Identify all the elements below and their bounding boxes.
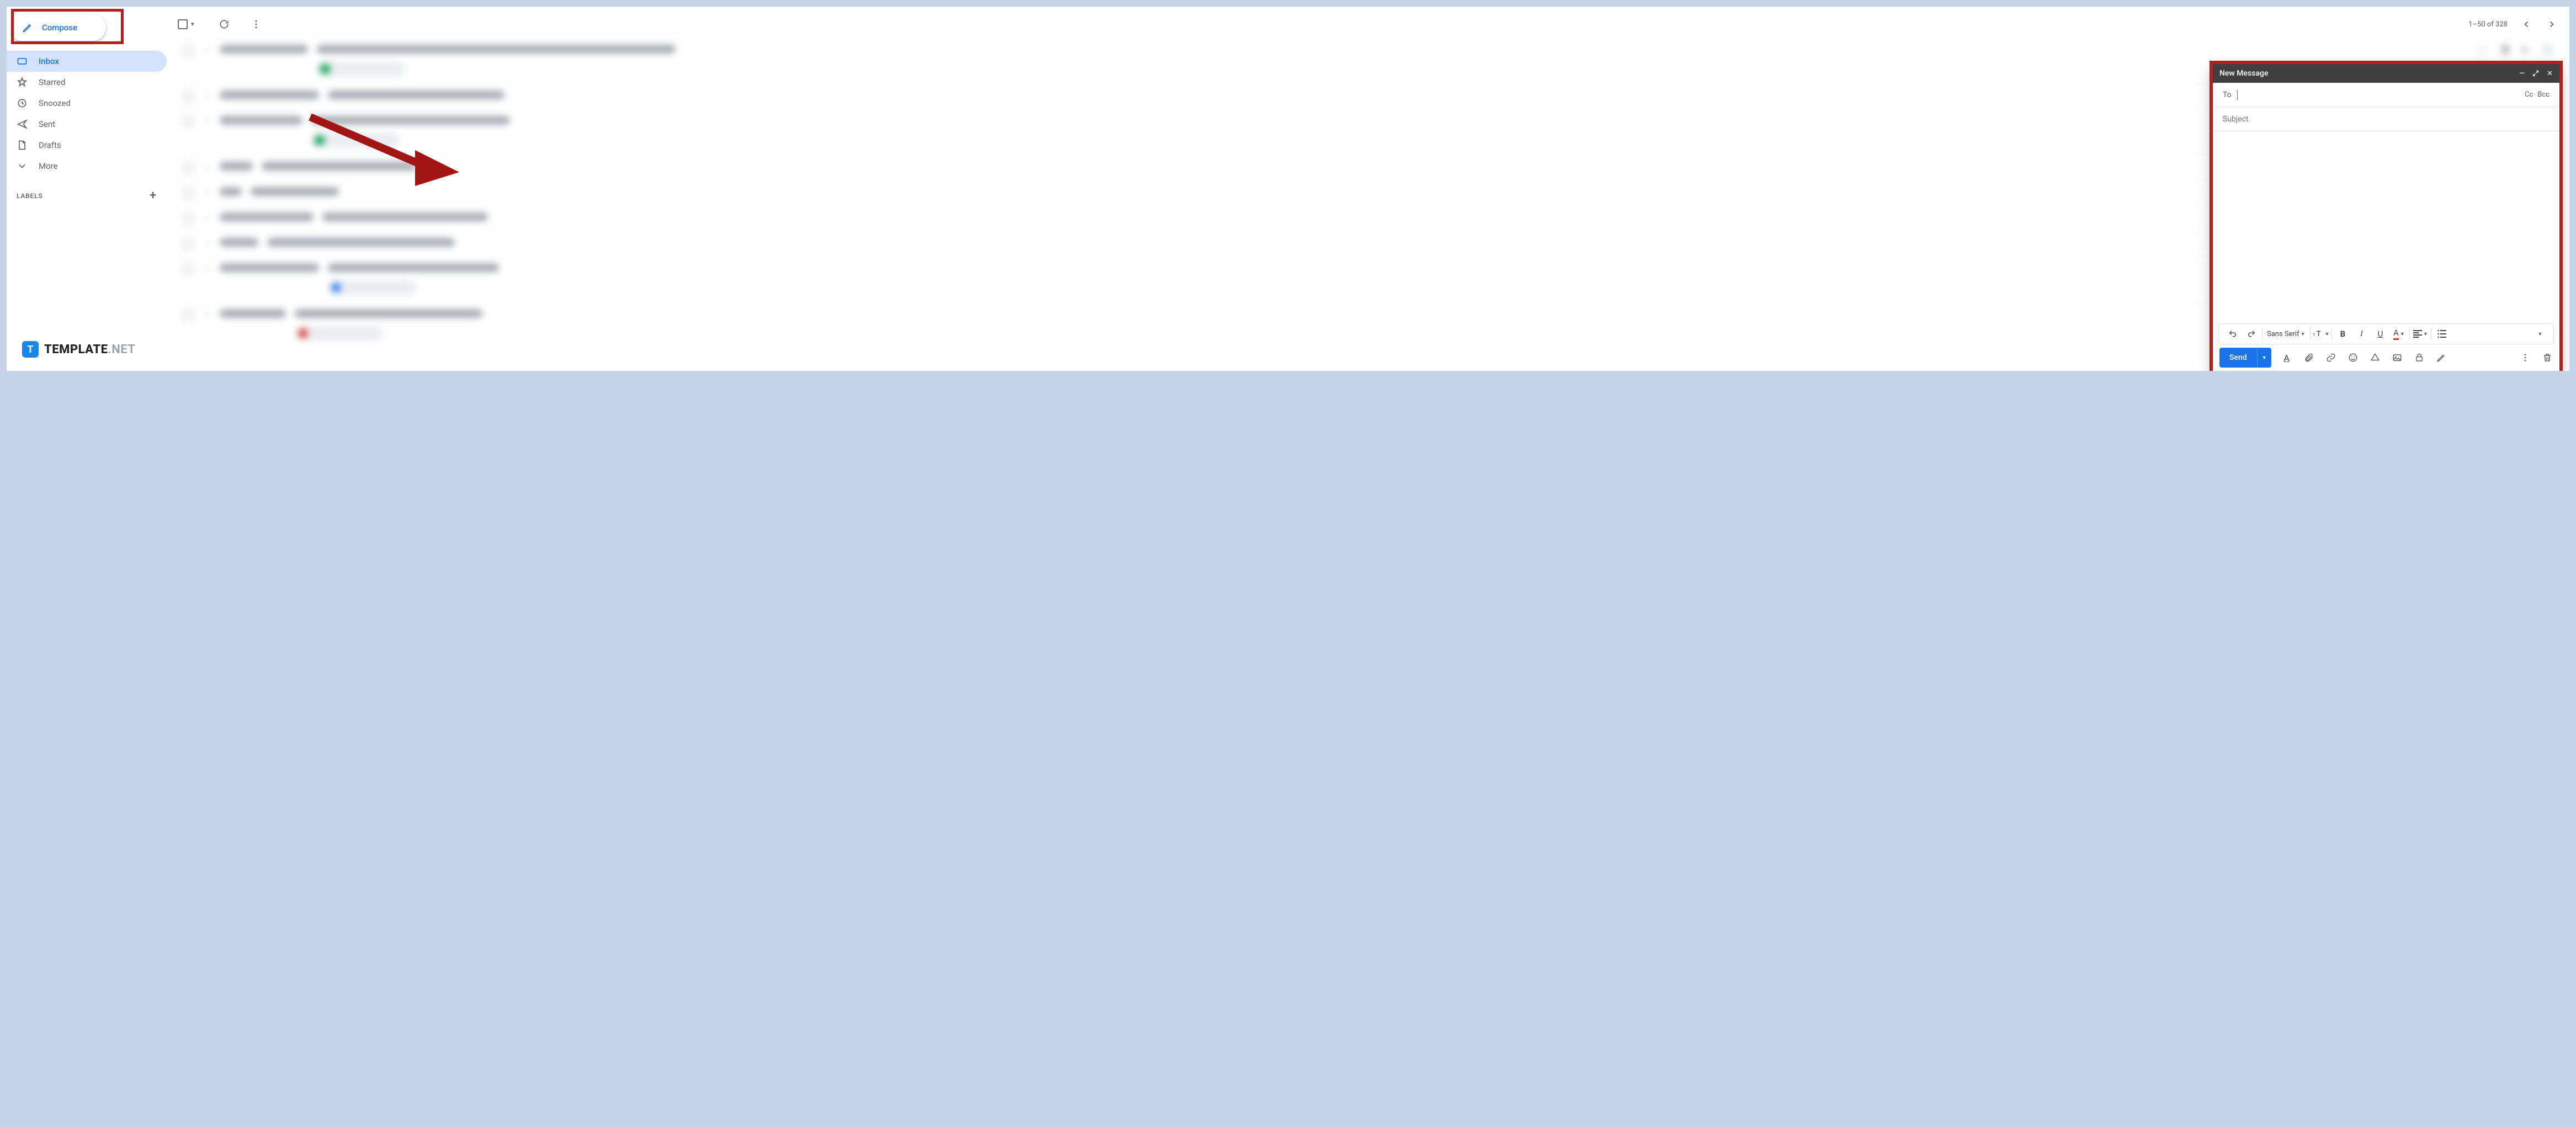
- prev-page-button[interactable]: [2520, 18, 2533, 31]
- svg-text:T: T: [2316, 330, 2320, 338]
- mail-list-blurred: ☆□🗑✉🕐 ☆ ☆ ☆ ☆ ☆ ☆ ☆ ☆: [178, 38, 2558, 371]
- select-all-checkbox[interactable]: [178, 19, 188, 29]
- sidebar-item-label: Sent: [39, 119, 55, 129]
- font-family-select[interactable]: Sans Serif▼: [2265, 326, 2308, 342]
- send-label: Send: [2219, 353, 2257, 362]
- sidebar-item-inbox[interactable]: Inbox: [7, 51, 167, 72]
- sidebar-item-sent[interactable]: Sent: [7, 114, 167, 135]
- compose-title: New Message: [2219, 69, 2268, 78]
- labels-section-header: LABELS +: [7, 177, 167, 203]
- sidebar-item-snoozed[interactable]: Snoozed: [7, 93, 167, 114]
- sidebar-item-label: Inbox: [39, 56, 59, 66]
- compose-body[interactable]: [2213, 131, 2559, 323]
- add-label-button[interactable]: +: [150, 189, 157, 203]
- compose-button[interactable]: Compose: [12, 14, 106, 41]
- discard-icon[interactable]: [2542, 352, 2553, 363]
- cc-button[interactable]: Cc: [2525, 91, 2533, 99]
- list-button[interactable]: [2434, 326, 2450, 342]
- attach-icon[interactable]: [2303, 352, 2314, 363]
- drive-icon[interactable]: [2370, 352, 2381, 363]
- bcc-button[interactable]: Bcc: [2537, 91, 2550, 99]
- svg-text:т: т: [2313, 332, 2315, 337]
- sidebar-item-more[interactable]: More: [7, 156, 167, 177]
- pencil-icon: [22, 22, 33, 33]
- send-options-caret[interactable]: ▼: [2257, 348, 2271, 368]
- sidebar-item-label: More: [39, 161, 58, 171]
- send-button[interactable]: Send ▼: [2219, 348, 2271, 368]
- chevron-down-icon: [17, 161, 28, 172]
- fullscreen-icon[interactable]: [2532, 70, 2539, 77]
- subject-input[interactable]: [2223, 115, 2550, 124]
- compose-header[interactable]: New Message — ✕: [2213, 64, 2559, 83]
- clock-icon: [17, 98, 28, 109]
- sidebar-item-label: Snoozed: [39, 98, 71, 108]
- compose-label: Compose: [42, 23, 77, 33]
- sidebar-item-starred[interactable]: Starred: [7, 72, 167, 93]
- confidential-icon[interactable]: [2414, 352, 2425, 363]
- refresh-button[interactable]: [217, 18, 231, 31]
- more-options-icon[interactable]: [2520, 352, 2531, 363]
- text-color-button[interactable]: A▼: [2391, 326, 2407, 342]
- close-icon[interactable]: ✕: [2547, 70, 2553, 78]
- watermark-ext: .NET: [108, 343, 135, 357]
- formatting-icon[interactable]: A: [2281, 352, 2292, 363]
- link-icon[interactable]: [2325, 352, 2336, 363]
- watermark-icon: T: [22, 341, 39, 358]
- undo-button[interactable]: [2224, 326, 2241, 342]
- to-label: To: [2223, 91, 2232, 99]
- more-formatting-button[interactable]: ▼: [2531, 326, 2548, 342]
- page-counter: 1–50 of 328: [2468, 20, 2508, 29]
- align-button[interactable]: ▼: [2412, 326, 2429, 342]
- photo-icon[interactable]: [2392, 352, 2403, 363]
- redo-button[interactable]: [2243, 326, 2260, 342]
- minimize-icon[interactable]: —: [2519, 70, 2525, 78]
- mail-toolbar: ▼ 1–50 of 328: [178, 11, 2558, 38]
- sidebar-item-drafts[interactable]: Drafts: [7, 135, 167, 156]
- inbox-icon: [17, 56, 28, 67]
- text-cursor: [2237, 90, 2238, 100]
- compose-window: New Message — ✕ To Cc Bcc Sans Serif▼: [2213, 64, 2559, 371]
- italic-button[interactable]: I: [2353, 326, 2370, 342]
- bold-button[interactable]: B: [2334, 326, 2351, 342]
- draft-icon: [17, 140, 28, 151]
- font-size-button[interactable]: тT▼: [2313, 326, 2330, 342]
- sidebar-item-label: Drafts: [39, 140, 61, 150]
- send-icon: [17, 119, 28, 130]
- sidebar-item-label: Starred: [39, 77, 65, 87]
- nav-list: Inbox Starred Snoozed Sent Drafts More: [7, 51, 167, 177]
- to-field[interactable]: To Cc Bcc: [2214, 83, 2558, 107]
- emoji-icon[interactable]: [2347, 352, 2359, 363]
- sidebar: Compose Inbox Starred Snoozed Sent Draft…: [7, 7, 167, 371]
- next-page-button[interactable]: [2545, 18, 2558, 31]
- watermark-brand: TEMPLATE: [44, 343, 108, 357]
- star-icon: [17, 77, 28, 88]
- more-actions-button[interactable]: [249, 18, 263, 31]
- underline-button[interactable]: U: [2372, 326, 2388, 342]
- subject-field[interactable]: [2214, 107, 2558, 131]
- signature-icon[interactable]: [2436, 352, 2447, 363]
- watermark: T TEMPLATE.NET: [22, 341, 135, 358]
- formatting-toolbar: Sans Serif▼ тT▼ B I U A▼ ▼ ▼: [2218, 323, 2554, 344]
- labels-header-text: LABELS: [17, 192, 43, 200]
- select-dropdown-caret[interactable]: ▼: [190, 22, 195, 28]
- compose-bottom-bar: Send ▼ A: [2213, 344, 2559, 371]
